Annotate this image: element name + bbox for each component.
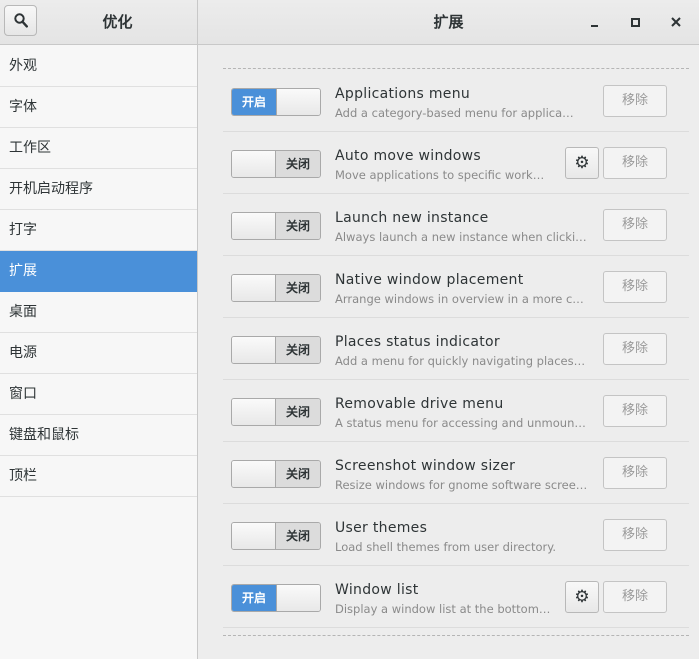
remove-button[interactable]: 移除	[603, 333, 667, 365]
extension-toggle[interactable]: 开启	[231, 88, 321, 116]
settings-button[interactable]: ⚙	[565, 147, 599, 179]
toggle-knob[interactable]	[276, 585, 320, 611]
extension-toggle[interactable]: 关闭	[231, 150, 321, 178]
extension-toggle[interactable]: 关闭	[231, 212, 321, 240]
extension-row-applications-menu: 开启 Applications menu Add a category-base…	[223, 70, 689, 132]
remove-button[interactable]: 移除	[603, 519, 667, 551]
gear-icon: ⚙	[574, 587, 590, 607]
sidebar-title: 优化	[102, 13, 133, 31]
sidebar-item-typing[interactable]: 打字	[0, 210, 197, 251]
remove-button[interactable]: 移除	[603, 209, 667, 241]
remove-button[interactable]: 移除	[603, 457, 667, 489]
extension-description: Add a category-based menu for applicatio…	[335, 106, 575, 120]
sidebar-item-appearance[interactable]: 外观	[0, 46, 197, 87]
remove-button[interactable]: 移除	[603, 147, 667, 179]
extension-name: User themes	[335, 520, 428, 536]
remove-button[interactable]: 移除	[603, 271, 667, 303]
remove-button[interactable]: 移除	[603, 85, 667, 117]
close-icon[interactable]	[666, 12, 686, 32]
extension-description: Display a window list at the bottom of t…	[335, 602, 553, 616]
sidebar-item-power[interactable]: 电源	[0, 333, 197, 374]
toggle-state-label: 关闭	[276, 151, 320, 177]
extension-row-screenshot-window-sizer: 关闭 Screenshot window sizer Resize window…	[223, 442, 689, 504]
toggle-state-label: 关闭	[276, 213, 320, 239]
list-bottom-divider	[223, 635, 689, 636]
extension-name: Auto move windows	[335, 148, 482, 164]
remove-button[interactable]: 移除	[603, 581, 667, 613]
sidebar-item-extensions[interactable]: 扩展	[0, 251, 197, 292]
search-icon	[14, 13, 28, 28]
extension-name: Native window placement	[335, 272, 524, 288]
extensions-list: 开启 Applications menu Add a category-base…	[198, 45, 699, 659]
remove-button[interactable]: 移除	[603, 395, 667, 427]
toggle-knob[interactable]	[232, 399, 276, 425]
toggle-state-label: 关闭	[276, 399, 320, 425]
extension-description: Resize windows for gnome software screen…	[335, 478, 590, 492]
extension-toggle[interactable]: 关闭	[231, 398, 321, 426]
extension-row-launch-new-instance: 关闭 Launch new instance Always launch a n…	[223, 194, 689, 256]
sidebar-item-fonts[interactable]: 字体	[0, 87, 197, 128]
extension-name: Removable drive menu	[335, 396, 504, 412]
extension-description: A status menu for accessing and unmounti…	[335, 416, 588, 430]
extension-row-places-status-indicator: 关闭 Places status indicator Add a menu fo…	[223, 318, 689, 380]
search-button[interactable]	[4, 5, 37, 36]
toggle-state-label: 关闭	[276, 337, 320, 363]
gear-icon: ⚙	[574, 153, 590, 173]
toggle-knob[interactable]	[232, 275, 276, 301]
toggle-state-label: 关闭	[276, 461, 320, 487]
toggle-knob[interactable]	[276, 89, 320, 115]
extension-description: Always launch a new instance when clicki…	[335, 230, 588, 244]
extension-toggle[interactable]: 开启	[231, 584, 321, 612]
extension-name: Screenshot window sizer	[335, 458, 516, 474]
extension-toggle[interactable]: 关闭	[231, 336, 321, 364]
extension-row-removable-drive-menu: 关闭 Removable drive menu A status menu fo…	[223, 380, 689, 442]
extension-toggle[interactable]: 关闭	[231, 522, 321, 550]
extension-row-window-list: 开启 Window list Display a window list at …	[223, 566, 689, 628]
header-bar: 优化 扩展	[0, 0, 699, 45]
sidebar: 外观 字体 工作区 开机启动程序 打字 扩展 桌面 电源 窗口 键盘和鼠标 顶栏	[0, 45, 198, 659]
extension-name: Places status indicator	[335, 334, 500, 350]
sidebar-item-top-bar[interactable]: 顶栏	[0, 456, 197, 497]
settings-button[interactable]: ⚙	[565, 581, 599, 613]
minimize-icon[interactable]	[586, 12, 606, 32]
toggle-state-label: 关闭	[276, 275, 320, 301]
list-top-divider	[223, 68, 689, 69]
toggle-state-label: 关闭	[276, 523, 320, 549]
extension-name: Launch new instance	[335, 210, 489, 226]
sidebar-item-keyboard-mouse[interactable]: 键盘和鼠标	[0, 415, 197, 456]
toggle-state-label: 开启	[232, 89, 276, 115]
toggle-knob[interactable]	[232, 337, 276, 363]
maximize-icon[interactable]	[626, 12, 646, 32]
extension-name: Applications menu	[335, 86, 471, 102]
toggle-knob[interactable]	[232, 213, 276, 239]
extension-description: Arrange windows in overview in a more co…	[335, 292, 588, 306]
page-title: 扩展	[433, 13, 464, 31]
extension-row-native-window-placement: 关闭 Native window placement Arrange windo…	[223, 256, 689, 318]
toggle-knob[interactable]	[232, 461, 276, 487]
toggle-state-label: 开启	[232, 585, 276, 611]
extension-toggle[interactable]: 关闭	[231, 274, 321, 302]
toggle-knob[interactable]	[232, 151, 276, 177]
extension-name: Window list	[335, 582, 419, 598]
extension-description: Add a menu for quickly navigating places…	[335, 354, 588, 368]
extension-description: Load shell themes from user directory.	[335, 540, 557, 554]
sidebar-item-desktop[interactable]: 桌面	[0, 292, 197, 333]
extension-row-auto-move-windows: 关闭 Auto move windows Move applications t…	[223, 132, 689, 194]
sidebar-item-workspaces[interactable]: 工作区	[0, 128, 197, 169]
sidebar-header: 优化	[0, 0, 198, 45]
extension-row-user-themes: 关闭 User themes Load shell themes from us…	[223, 504, 689, 566]
toggle-knob[interactable]	[232, 523, 276, 549]
extension-description: Move applications to specific workspaces…	[335, 168, 547, 182]
extension-toggle[interactable]: 关闭	[231, 460, 321, 488]
sidebar-item-startup-applications[interactable]: 开机启动程序	[0, 169, 197, 210]
sidebar-item-windows[interactable]: 窗口	[0, 374, 197, 415]
